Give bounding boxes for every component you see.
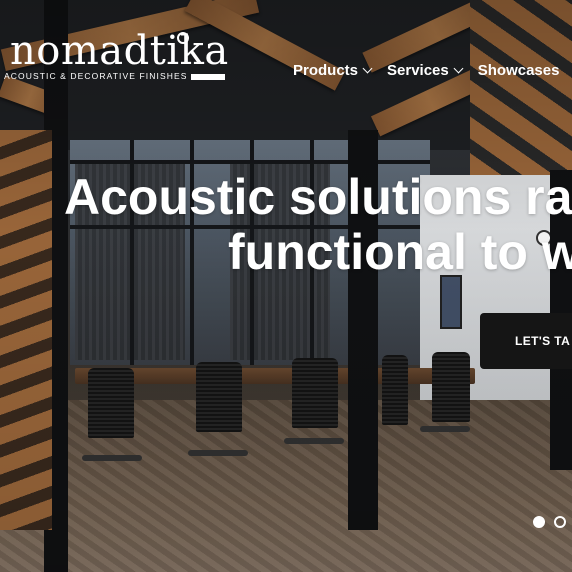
nav-item-showcases[interactable]: Showcases — [478, 62, 560, 79]
nav-label: Services — [387, 62, 449, 79]
logo-wordmark: nomadtika — [10, 28, 229, 74]
main-nav: Products Services Showcases — [293, 62, 559, 79]
logo-ring-mark — [177, 32, 189, 44]
chevron-down-icon — [453, 63, 464, 74]
logo-bar — [190, 73, 225, 80]
slide-dot-icon[interactable] — [554, 516, 566, 528]
logo-tagline: ACOUSTIC & DECORATIVE FINISHES — [4, 71, 229, 81]
nav-label: Showcases — [477, 62, 560, 79]
slide-dot-icon[interactable] — [533, 516, 545, 528]
hero-headline-line2: functional to w — [228, 224, 572, 280]
hero-overlay — [0, 0, 572, 572]
brand-logo[interactable]: nomadtika ACOUSTIC & DECORATIVE FINISHES — [4, 30, 229, 81]
hero-section: nomadtika ACOUSTIC & DECORATIVE FINISHES… — [0, 0, 572, 572]
nav-item-products[interactable]: Products — [293, 62, 373, 79]
lets-talk-button[interactable]: LET'S TA — [480, 313, 572, 369]
nav-item-services[interactable]: Services — [387, 62, 464, 79]
nav-label: Products — [293, 62, 359, 79]
hero-headline-line1: Acoustic solutions ra — [64, 169, 572, 225]
tagline-text: ACOUSTIC & DECORATIVE FINISHES — [4, 71, 188, 81]
slider-pagination — [533, 516, 566, 528]
chevron-down-icon — [362, 63, 373, 74]
